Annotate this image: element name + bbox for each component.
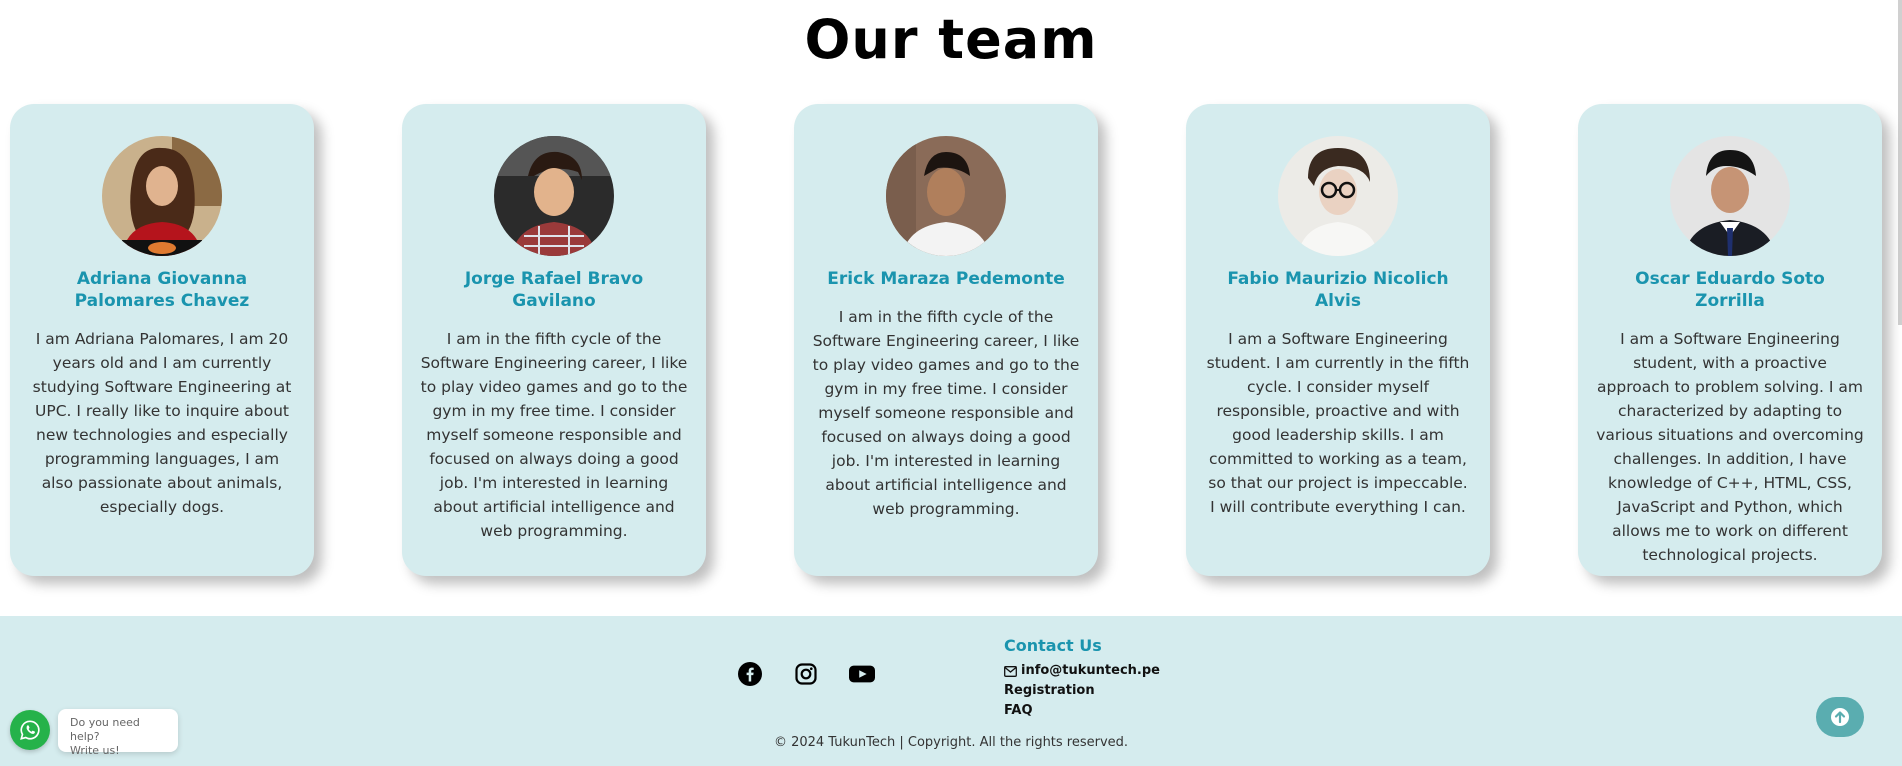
contact-list: info@tukuntech.pe Registration FAQ bbox=[1004, 661, 1160, 721]
avatar-photo bbox=[1278, 136, 1398, 256]
scrollbar[interactable] bbox=[1898, 0, 1902, 325]
member-name: Erick Maraza Pedemonte bbox=[827, 269, 1065, 289]
team-card-oscar: Oscar Eduardo Soto Zorrilla I am a Softw… bbox=[1578, 104, 1882, 576]
team-card-fabio: Fabio Maurizio Nicolich Alvis I am a Sof… bbox=[1186, 104, 1490, 576]
email-link[interactable]: info@tukuntech.pe bbox=[1004, 661, 1160, 681]
chat-help-line1: Do you need help? bbox=[70, 716, 140, 743]
email-text: info@tukuntech.pe bbox=[1021, 663, 1160, 678]
faq-link[interactable]: FAQ bbox=[1004, 701, 1160, 721]
member-bio: I am a Software Engineering student. I a… bbox=[1206, 330, 1470, 516]
chat-help-line2: Write us! bbox=[70, 744, 120, 757]
member-name: Oscar Eduardo Soto Zorrilla bbox=[1635, 269, 1825, 311]
facebook-icon[interactable] bbox=[737, 661, 763, 687]
registration-link[interactable]: Registration bbox=[1004, 681, 1160, 701]
section-title: Our team bbox=[804, 8, 1098, 71]
member-name: Fabio Maurizio Nicolich Alvis bbox=[1227, 269, 1449, 311]
team-card-jorge: Jorge Rafael Bravo Gavilano I am in the … bbox=[402, 104, 706, 576]
chat-help-bubble[interactable]: Do you need help? Write us! bbox=[58, 709, 178, 757]
arrow-up-icon bbox=[1831, 708, 1849, 726]
avatar-photo bbox=[494, 136, 614, 256]
member-name: Jorge Rafael Bravo Gavilano bbox=[464, 269, 644, 311]
team-card-erick: Erick Maraza Pedemonte I am in the fifth… bbox=[794, 104, 1098, 576]
contact-title: Contact Us bbox=[1004, 636, 1102, 655]
social-links bbox=[737, 661, 875, 687]
avatar-photo bbox=[102, 136, 222, 256]
whatsapp-button[interactable] bbox=[10, 710, 50, 750]
member-bio: I am a Software Engineering student, wit… bbox=[1596, 330, 1864, 564]
whatsapp-icon bbox=[20, 720, 40, 740]
scroll-to-top-button[interactable] bbox=[1816, 697, 1864, 737]
copyright: © 2024 TukunTech | Copyright. All the ri… bbox=[773, 735, 1129, 750]
envelope-icon bbox=[1004, 665, 1017, 677]
member-name: Adriana Giovanna Palomares Chavez bbox=[74, 269, 250, 311]
youtube-icon[interactable] bbox=[849, 661, 875, 687]
member-bio: I am Adriana Palomares, I am 20 years ol… bbox=[32, 330, 292, 516]
member-bio: I am in the fifth cycle of the Software … bbox=[420, 330, 688, 540]
avatar-photo bbox=[886, 136, 1006, 256]
avatar-photo bbox=[1670, 136, 1790, 256]
team-card-adriana: Adriana Giovanna Palomares Chavez I am A… bbox=[10, 104, 314, 576]
instagram-icon[interactable] bbox=[793, 661, 819, 687]
member-bio: I am in the fifth cycle of the Software … bbox=[812, 308, 1080, 518]
